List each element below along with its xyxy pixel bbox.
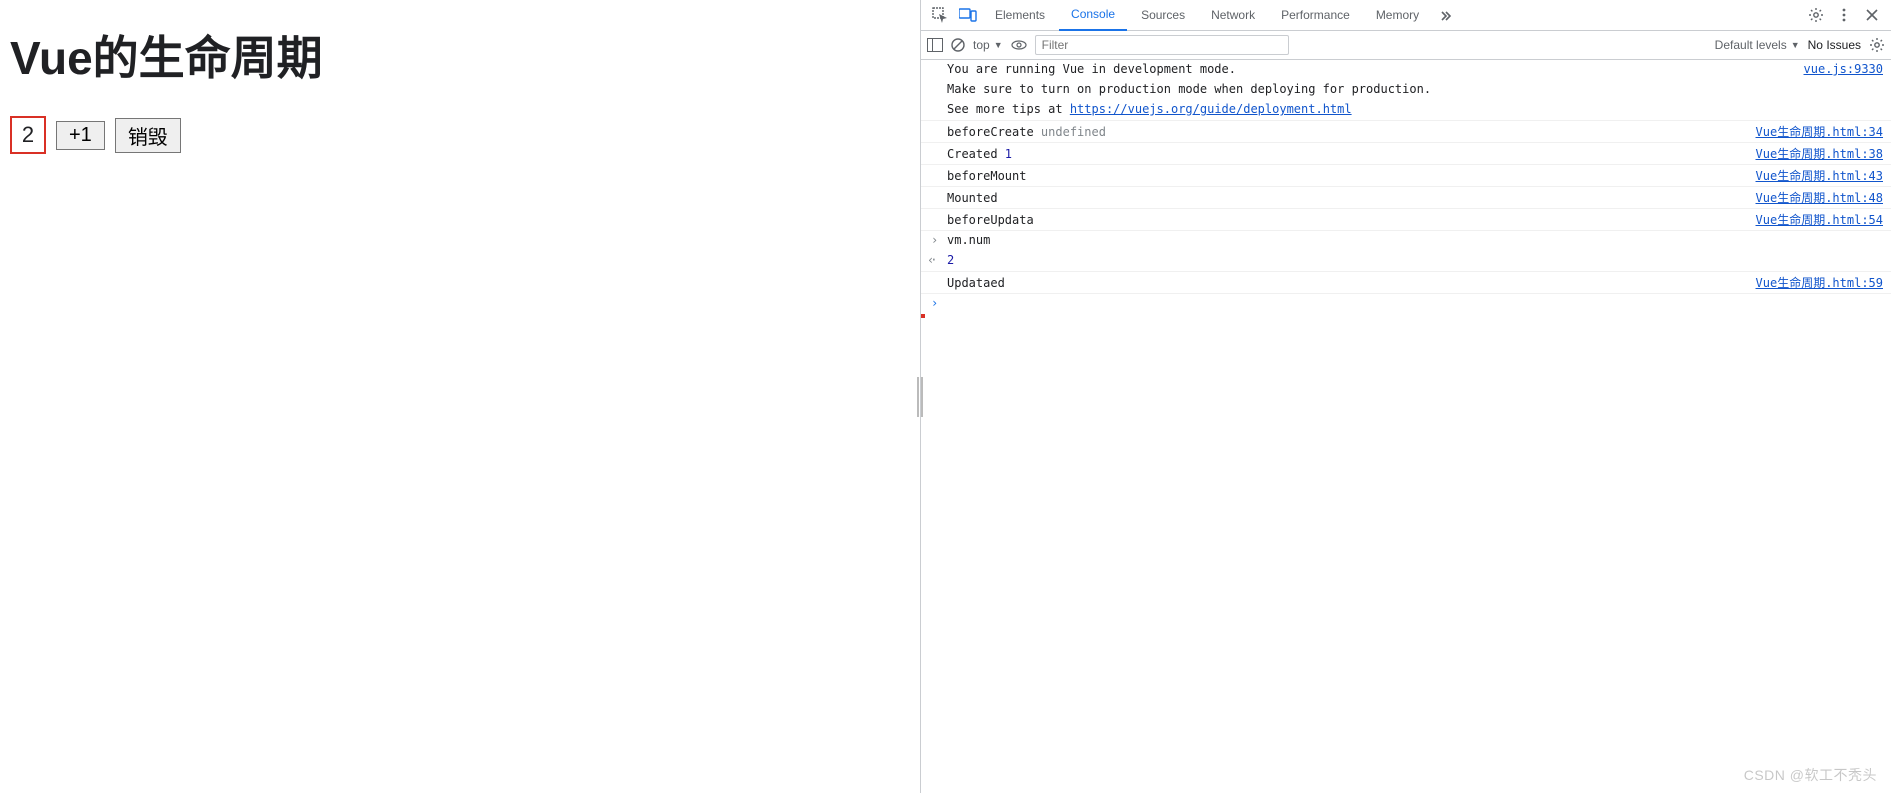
- console-command: vm.num: [921, 231, 1891, 251]
- console-text: Updataed: [947, 276, 1744, 290]
- console-return: 2: [921, 251, 1891, 272]
- source-link[interactable]: Vue生命周期.html:43: [1756, 167, 1883, 184]
- chevron-down-icon: ▼: [1791, 40, 1800, 50]
- console-filter-input[interactable]: [1035, 35, 1289, 55]
- tab-elements[interactable]: Elements: [983, 0, 1057, 30]
- settings-icon[interactable]: [1803, 2, 1829, 28]
- return-value: 2: [947, 253, 954, 267]
- close-devtools-icon[interactable]: [1859, 2, 1885, 28]
- destroy-button[interactable]: 销毁: [115, 118, 181, 153]
- console-message: See more tips at https://vuejs.org/guide…: [921, 100, 1891, 121]
- device-toolbar-icon[interactable]: [955, 2, 981, 28]
- levels-label: Default levels: [1715, 38, 1787, 52]
- execution-context-selector[interactable]: top ▼: [973, 38, 1003, 52]
- source-link[interactable]: Vue生命周期.html:38: [1756, 145, 1883, 162]
- issues-indicator[interactable]: No Issues: [1808, 38, 1861, 52]
- page-title: Vue的生命周期: [10, 22, 910, 88]
- tab-network[interactable]: Network: [1199, 0, 1267, 30]
- annotation-box: [921, 314, 925, 318]
- source-link[interactable]: Vue生命周期.html:34: [1756, 123, 1883, 140]
- console-text: Created 1: [947, 147, 1744, 161]
- devtools-tab-strip: Elements Console Sources Network Perform…: [921, 0, 1891, 31]
- console-message: beforeMount Vue生命周期.html:43: [921, 165, 1891, 187]
- console-output: You are running Vue in development mode.…: [921, 60, 1891, 793]
- tab-console[interactable]: Console: [1059, 0, 1127, 31]
- console-prompt[interactable]: [921, 294, 1891, 314]
- command-text: vm.num: [947, 233, 1883, 247]
- chevron-down-icon: ▼: [994, 40, 1003, 50]
- console-message: beforeCreate undefined Vue生命周期.html:34: [921, 121, 1891, 143]
- console-message: Make sure to turn on production mode whe…: [921, 80, 1891, 100]
- console-text: You are running Vue in development mode.: [947, 62, 1236, 76]
- console-message: Mounted Vue生命周期.html:48: [921, 187, 1891, 209]
- console-message: You are running Vue in development mode.…: [921, 60, 1891, 80]
- source-link[interactable]: Vue生命周期.html:59: [1756, 274, 1883, 291]
- source-link[interactable]: vue.js:9330: [1804, 62, 1883, 76]
- source-link[interactable]: Vue生命周期.html:54: [1756, 211, 1883, 228]
- kebab-menu-icon[interactable]: [1831, 2, 1857, 28]
- console-text: Mounted: [947, 191, 1744, 205]
- live-expression-icon[interactable]: [1011, 40, 1027, 50]
- console-message: beforeUpdata Vue生命周期.html:54: [921, 209, 1891, 231]
- page-preview: Vue的生命周期 2 +1 销毁: [0, 0, 920, 793]
- increment-button[interactable]: +1: [56, 121, 105, 150]
- counter-row: 2 +1 销毁: [10, 116, 910, 154]
- console-text: beforeMount: [947, 169, 1744, 183]
- tab-memory[interactable]: Memory: [1364, 0, 1431, 30]
- deployment-guide-link[interactable]: https://vuejs.org/guide/deployment.html: [1070, 102, 1352, 116]
- console-settings-icon[interactable]: [1869, 37, 1885, 53]
- counter-value: 2: [10, 116, 46, 154]
- context-label: top: [973, 38, 990, 52]
- console-text: See more tips at: [947, 102, 1070, 116]
- tab-performance[interactable]: Performance: [1269, 0, 1362, 30]
- console-toolbar: top ▼ Default levels ▼ No Issues: [921, 31, 1891, 60]
- inspect-icon[interactable]: [927, 2, 953, 28]
- log-levels-selector[interactable]: Default levels ▼: [1715, 38, 1800, 52]
- console-message: Created 1 Vue生命周期.html:38: [921, 143, 1891, 165]
- devtools-panel: Elements Console Sources Network Perform…: [920, 0, 1891, 793]
- console-text: beforeUpdata: [947, 213, 1744, 227]
- source-link[interactable]: Vue生命周期.html:48: [1756, 189, 1883, 206]
- toggle-sidebar-icon[interactable]: [927, 38, 943, 52]
- more-tabs-icon[interactable]: [1433, 2, 1459, 28]
- console-message: Updataed Vue生命周期.html:59: [921, 272, 1891, 294]
- console-text: beforeCreate undefined: [947, 125, 1744, 139]
- clear-console-icon[interactable]: [951, 38, 965, 52]
- annotation-box: [921, 314, 925, 318]
- console-text: Make sure to turn on production mode whe…: [947, 82, 1883, 96]
- tab-sources[interactable]: Sources: [1129, 0, 1197, 30]
